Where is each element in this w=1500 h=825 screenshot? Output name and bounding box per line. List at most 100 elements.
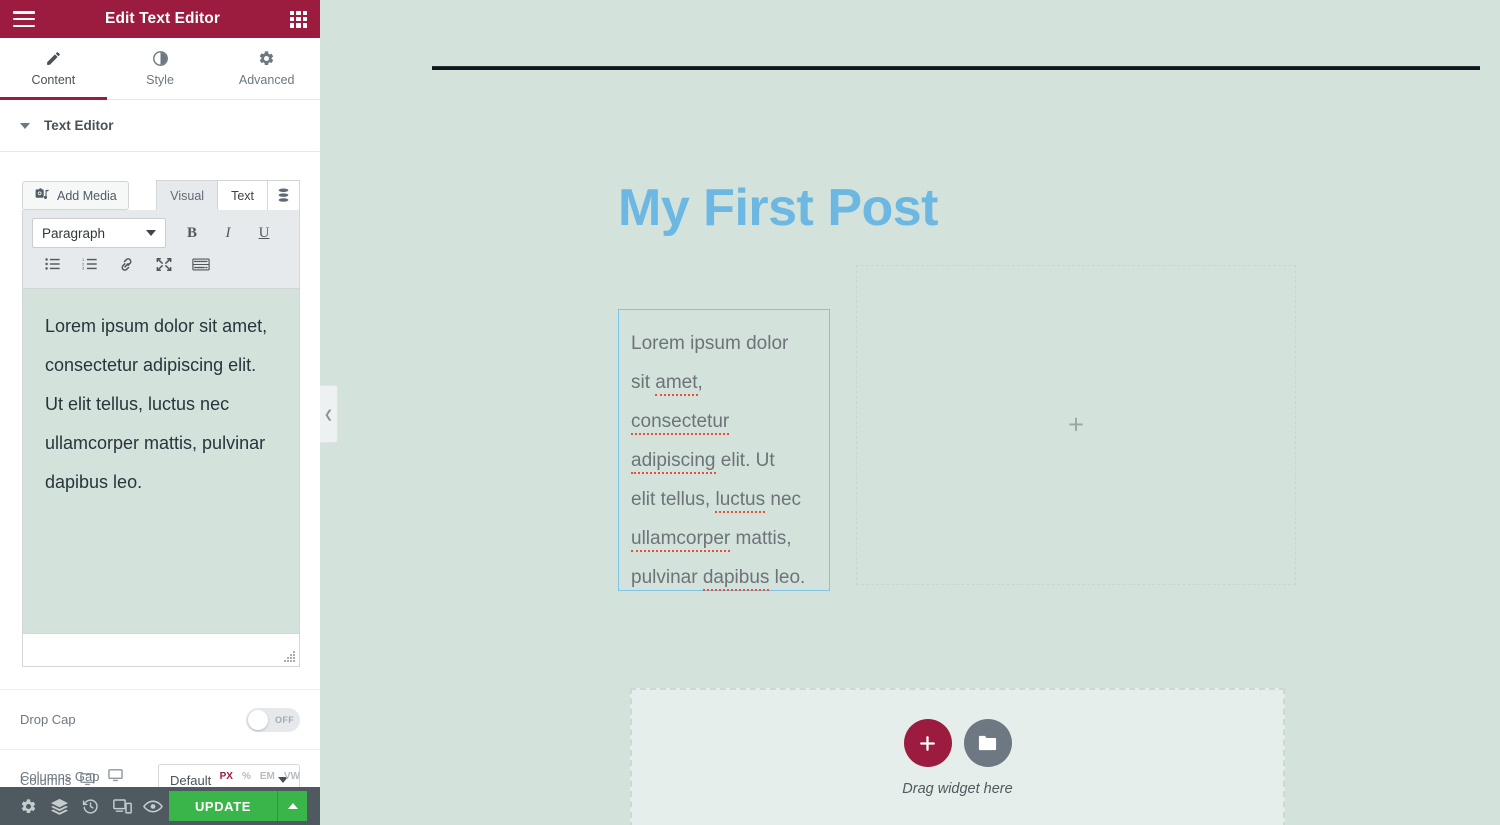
text-segment: Lorem ipsum dolor — [631, 333, 789, 354]
columns-gap-label: Columns Gap — [20, 768, 100, 784]
update-options-button[interactable] — [277, 791, 308, 821]
settings-gear-icon[interactable] — [13, 787, 44, 825]
unit-vw[interactable]: VW — [284, 771, 300, 782]
media-camera-icon — [34, 187, 50, 205]
panel-header: Edit Text Editor — [0, 0, 320, 38]
underline-button[interactable]: U — [246, 218, 282, 248]
section-header-label: Text Editor — [44, 118, 114, 133]
desktop-monitor-icon[interactable] — [108, 768, 124, 785]
text-widget-line: adipiscing elit. Ut — [631, 441, 817, 480]
text-segment: mattis, — [730, 528, 792, 549]
tab-text[interactable]: Text — [217, 180, 268, 210]
keyboard-toolbar-icon — [191, 258, 210, 275]
dropzone-buttons — [903, 719, 1012, 767]
bold-button[interactable]: B — [174, 218, 210, 248]
fullscreen-button[interactable] — [145, 253, 182, 279]
misspelled-word: consectetur — [631, 411, 730, 435]
update-button-group: UPDATE — [168, 791, 308, 821]
control-row-drop-cap: Drop Cap OFF — [0, 689, 320, 750]
misspelled-word: amet — [655, 372, 698, 396]
add-media-label: Add Media — [57, 188, 117, 203]
chevron-up-icon — [287, 803, 298, 809]
panel-collapse-handle[interactable]: ❮ — [320, 385, 338, 443]
italic-button[interactable]: I — [210, 218, 246, 248]
drop-cap-label: Drop Cap — [20, 712, 76, 727]
update-button[interactable]: UPDATE — [168, 791, 278, 821]
fullscreen-expand-icon — [156, 257, 172, 276]
svg-text:3: 3 — [82, 266, 84, 271]
pencil-icon — [45, 50, 62, 67]
panel-tabs: Content Style Advanced — [0, 38, 321, 100]
add-section-button[interactable] — [903, 719, 952, 767]
unit-px[interactable]: PX — [220, 771, 233, 782]
chevron-down-icon — [146, 230, 156, 236]
drop-cap-state: OFF — [275, 714, 295, 725]
text-widget-line: ullamcorper mattis, — [631, 519, 817, 558]
tab-content[interactable]: Content — [0, 38, 107, 100]
widgets-grid-icon[interactable] — [290, 10, 307, 28]
numbered-list-button[interactable]: 1 2 3 — [71, 253, 108, 279]
text-segment: , — [697, 372, 703, 393]
paragraph-format-select[interactable]: Paragraph — [32, 218, 166, 248]
wp-format-toolbar: Paragraph B I U 1 2 3 — [22, 210, 300, 289]
add-media-button[interactable]: Add Media — [22, 181, 129, 210]
tab-advanced-label: Advanced — [238, 73, 295, 87]
unit-em[interactable]: EM — [260, 771, 275, 782]
page-title: My First Post — [618, 179, 939, 237]
numbered-list-icon: 1 2 3 — [82, 257, 98, 275]
hamburger-menu-icon[interactable] — [13, 11, 35, 27]
chevron-down-icon — [20, 122, 30, 129]
drag-widget-dropzone[interactable]: Drag widget here — [630, 688, 1285, 825]
panel-footer: UPDATE — [0, 787, 320, 825]
text-widget-line: elit tellus, luctus nec — [631, 480, 817, 519]
drop-cap-toggle[interactable]: OFF — [246, 707, 300, 732]
wp-editor-toolbar-row: Add Media Visual Text — [22, 180, 300, 210]
text-segment: nec — [765, 489, 802, 510]
resize-grip-icon[interactable] — [284, 651, 295, 662]
misspelled-word: ullamcorper — [631, 528, 731, 552]
history-clock-icon[interactable] — [75, 787, 106, 825]
tab-content-label: Content — [31, 73, 76, 87]
text-widget-line: sit amet, — [631, 363, 817, 402]
page-top-divider — [432, 66, 1480, 70]
responsive-mode-icon[interactable] — [107, 787, 138, 825]
template-library-button[interactable] — [963, 719, 1012, 767]
text-content-textarea[interactable]: Lorem ipsum dolor sit amet, consectetur … — [22, 289, 300, 634]
chevron-left-icon: ❮ — [323, 408, 334, 421]
section-header-text-editor[interactable]: Text Editor — [0, 100, 320, 152]
control-row-columns-gap: Columns Gap PX % EM VW — [0, 765, 320, 787]
text-widget-line: consectetur — [631, 402, 817, 441]
tab-style-label: Style — [146, 73, 174, 87]
drop-cap-field: OFF — [246, 707, 300, 732]
link-icon — [118, 257, 135, 276]
panel-body: Add Media Visual Text Paragraph B I U 1 … — [0, 152, 320, 787]
columns-gap-units: PX % EM VW — [220, 771, 300, 782]
text-editor-widget[interactable]: Lorem ipsum dolor sit amet, consectetur adi… — [618, 309, 830, 591]
text-widget-line: Lorem ipsum dolor — [631, 324, 817, 363]
insert-link-button[interactable] — [108, 253, 145, 279]
tab-advanced[interactable]: Advanced — [213, 38, 321, 99]
toolbar-toggle-button[interactable] — [182, 253, 219, 279]
contrast-circle-icon — [152, 50, 169, 67]
plus-icon[interactable]: + — [1068, 411, 1084, 439]
paragraph-format-value: Paragraph — [42, 225, 106, 241]
tab-visual[interactable]: Visual — [156, 180, 219, 210]
gear-icon — [258, 50, 275, 67]
navigator-layers-icon[interactable] — [44, 787, 75, 825]
misspelled-word: adipiscing — [631, 450, 716, 474]
underline-glyph: U — [258, 224, 270, 241]
bullet-list-button[interactable] — [34, 253, 71, 279]
columns-gap-label-group: Columns Gap — [20, 768, 124, 785]
editor-mode-tabs: Visual Text — [156, 180, 300, 210]
tab-style[interactable]: Style — [106, 38, 214, 99]
misspelled-word: dapibus — [702, 567, 770, 591]
preview-canvas: My First Post Lorem ipsum dolor sit amet,… — [320, 0, 1500, 825]
canvas-column-empty[interactable]: + — [856, 265, 1296, 585]
text-segment: pulvinar — [631, 567, 703, 588]
text-segment: elit tellus, — [631, 489, 716, 510]
preview-eye-icon[interactable] — [138, 787, 169, 825]
text-widget-line: pulvinar dapibus leo. — [631, 558, 817, 597]
database-stack-icon[interactable] — [267, 180, 300, 210]
unit-percent[interactable]: % — [242, 771, 251, 782]
canvas-column-text: Lorem ipsum dolor sit amet, consectetur adi… — [616, 265, 834, 591]
